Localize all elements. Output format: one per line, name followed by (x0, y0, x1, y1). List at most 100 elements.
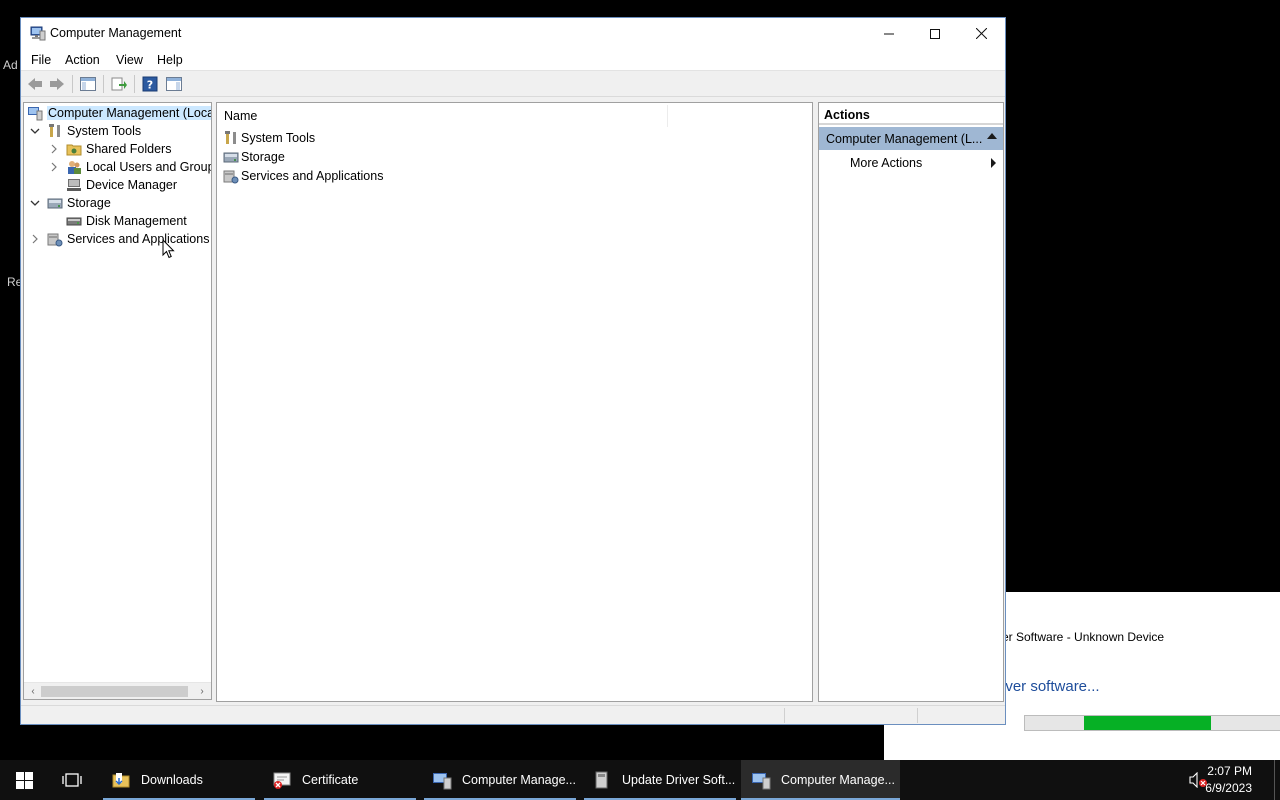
results-pane: Name System Tools Storage Services and A… (216, 102, 813, 702)
status-bar (21, 705, 1005, 724)
minimize-icon (884, 33, 894, 34)
actions-section-computer-management[interactable]: Computer Management (L... (819, 127, 1003, 150)
users-icon (68, 161, 81, 174)
menu-action[interactable]: Action (65, 53, 100, 67)
maximize-button[interactable] (912, 18, 958, 49)
toolbar-separator (134, 75, 135, 93)
system-clock[interactable]: 2:07 PM 6/9/2023 (1205, 763, 1252, 797)
expand-chevron-icon[interactable] (29, 233, 41, 245)
more-actions-item[interactable]: More Actions (850, 156, 922, 170)
shared-folder-icon (66, 144, 82, 156)
forward-button[interactable] (46, 74, 68, 94)
help-icon: ? (142, 76, 158, 92)
taskbar-item-label: Update Driver Soft... (622, 773, 736, 787)
expand-chevron-icon[interactable] (48, 143, 60, 155)
taskbar-item-computer-management-2[interactable]: Computer Manage... (741, 760, 900, 800)
certificate-icon (273, 772, 291, 789)
toolbar: ? (21, 71, 1005, 97)
taskbar-item-computer-management-1[interactable]: Computer Manage... (424, 760, 576, 800)
back-button[interactable] (24, 74, 46, 94)
storage-icon (223, 152, 239, 163)
device-manager-icon (67, 179, 81, 191)
task-view-button[interactable] (48, 760, 96, 800)
help-button[interactable]: ? (139, 74, 161, 94)
tree-label: Shared Folders (86, 142, 172, 156)
tree-item-device-manager[interactable]: Device Manager (66, 176, 177, 194)
show-hide-action-pane-button[interactable] (163, 74, 185, 94)
horizontal-scrollbar[interactable]: ‹ › (24, 682, 211, 699)
task-view-icon (62, 773, 82, 787)
column-header: Name (217, 103, 812, 127)
menu-help[interactable]: Help (157, 53, 183, 67)
list-item-services-and-applications[interactable]: Services and Applications (223, 167, 383, 185)
scrollbar-thumb[interactable] (41, 686, 188, 697)
show-hide-console-tree-button[interactable] (77, 74, 99, 94)
tree-item-computer-management[interactable]: Computer Management (Local (27, 104, 211, 122)
tree-item-disk-management[interactable]: Disk Management (66, 212, 187, 230)
taskbar-item-downloads[interactable]: Downloads (103, 760, 255, 800)
forward-arrow-icon (50, 78, 64, 90)
list-item-system-tools[interactable]: System Tools (223, 129, 315, 147)
computer-management-icon (28, 107, 43, 121)
close-button[interactable] (958, 18, 1004, 49)
column-header-name[interactable]: Name (224, 109, 257, 123)
tree-label: Computer Management (Local (47, 106, 211, 120)
folder-icon (112, 773, 130, 788)
dialog-status: iver software... (1002, 678, 1100, 695)
export-list-button[interactable] (108, 74, 130, 94)
list-item-label: System Tools (241, 131, 316, 145)
status-separator (784, 708, 785, 723)
minimize-button[interactable] (866, 18, 912, 49)
console-tree-icon (80, 77, 96, 91)
computer-management-icon (30, 26, 46, 41)
list-item-label: Services and Applications (241, 169, 384, 183)
collapse-chevron-icon[interactable] (29, 197, 41, 209)
collapse-chevron-icon[interactable] (29, 125, 41, 137)
tree-label: Storage (67, 196, 111, 210)
toolbar-separator (103, 75, 104, 93)
scroll-right-icon[interactable]: › (196, 686, 208, 697)
storage-icon (47, 198, 63, 209)
tree-item-storage[interactable]: Storage (29, 194, 111, 212)
progress-fill (1084, 716, 1211, 730)
taskbar-item-label: Computer Manage... (781, 773, 895, 787)
show-desktop-button[interactable] (1274, 760, 1280, 800)
toolbar-separator (72, 75, 73, 93)
expand-chevron-icon[interactable] (48, 161, 60, 173)
action-pane-icon (166, 77, 182, 91)
back-arrow-icon (28, 78, 42, 90)
submenu-arrow-icon[interactable] (991, 158, 996, 168)
collapse-triangle-icon[interactable] (987, 133, 997, 139)
tree-item-local-users-and-groups[interactable]: Local Users and Groups (48, 158, 211, 176)
clock-date: 6/9/2023 (1205, 781, 1252, 795)
progress-bar (1024, 715, 1280, 731)
maximize-icon (930, 28, 940, 39)
tree-item-services-and-applications[interactable]: Services and Applications (29, 230, 209, 248)
title-bar[interactable]: Computer Management (21, 18, 1005, 49)
window-title: Computer Management (50, 26, 182, 40)
tools-icon (225, 131, 236, 144)
menu-file[interactable]: File (31, 53, 51, 67)
console-tree: Computer Management (Local System Tools … (23, 102, 212, 700)
services-icon (223, 170, 239, 184)
taskbar-item-update-driver-software[interactable]: Update Driver Soft... (584, 760, 736, 800)
column-divider[interactable] (667, 105, 668, 127)
taskbar-item-certificate[interactable]: Certificate (264, 760, 416, 800)
menu-view[interactable]: View (116, 53, 143, 67)
scroll-left-icon[interactable]: ‹ (27, 686, 39, 697)
tree-item-shared-folders[interactable]: Shared Folders (48, 140, 171, 158)
tools-icon (49, 124, 60, 137)
tree-label: Services and Applications (67, 232, 210, 246)
menu-bar: File Action View Help (21, 49, 1005, 71)
list-item-storage[interactable]: Storage (223, 148, 285, 166)
close-icon (975, 28, 987, 39)
dialog-title: er Software - Unknown Device (1002, 630, 1165, 644)
tree-item-system-tools[interactable]: System Tools (29, 122, 141, 140)
device-icon (595, 771, 608, 789)
taskbar-item-label: Downloads (141, 773, 203, 787)
taskbar: Downloads Certificate Computer Manage...… (0, 760, 1280, 800)
start-button[interactable] (0, 760, 48, 800)
mouse-cursor-icon (162, 239, 175, 259)
clock-time: 2:07 PM (1207, 764, 1252, 778)
tree-label: Device Manager (86, 178, 178, 192)
